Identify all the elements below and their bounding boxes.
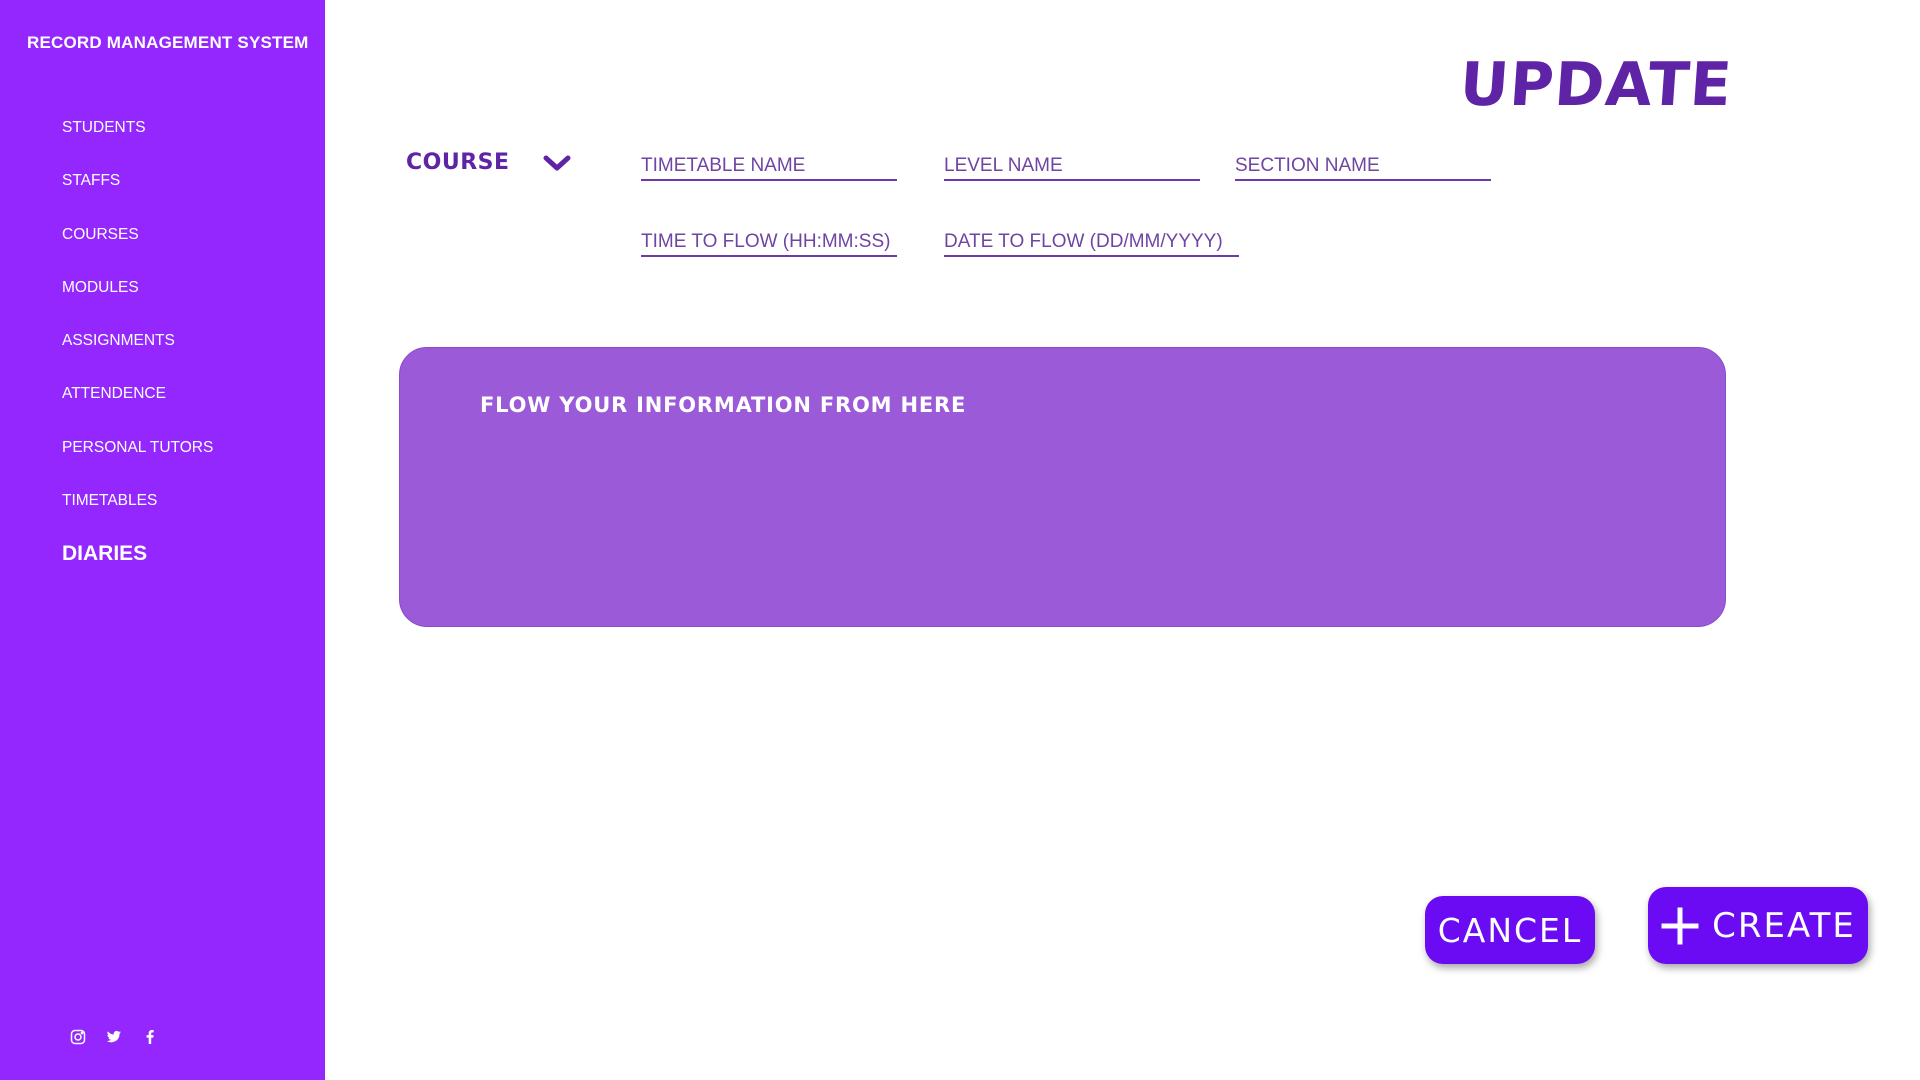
- sidebar-item-timetables[interactable]: TIMETABLES: [62, 491, 213, 544]
- sidebar-item-students[interactable]: STUDENTS: [62, 118, 213, 171]
- time-to-flow-label: TIME TO FLOW (HH:MM:SS): [641, 231, 891, 252]
- brand-title: RECORD MANAGEMENT SYSTEM: [27, 33, 309, 52]
- course-dropdown-label: COURSE: [406, 150, 510, 175]
- sidebar-item-assignments[interactable]: ASSIGNMENTS: [62, 331, 213, 384]
- date-to-flow-label: DATE TO FLOW (DD/MM/YYYY): [944, 231, 1223, 252]
- timetable-name-field[interactable]: TIMETABLE NAME: [641, 147, 897, 181]
- cancel-button[interactable]: CANCEL: [1425, 896, 1595, 964]
- sidebar-item-attendence[interactable]: ATTENDENCE: [62, 384, 213, 437]
- time-to-flow-field[interactable]: TIME TO FLOW (HH:MM:SS): [641, 223, 897, 257]
- cancel-button-label: CANCEL: [1437, 910, 1583, 950]
- instagram-icon[interactable]: [70, 1029, 86, 1045]
- level-name-label: LEVEL NAME: [944, 155, 1063, 176]
- plus-icon: [1660, 906, 1700, 946]
- information-placeholder: FLOW YOUR INFORMATION FROM HERE: [480, 393, 967, 417]
- sidebar-item-diaries[interactable]: DIARIES: [62, 542, 213, 595]
- twitter-icon[interactable]: [106, 1029, 122, 1045]
- information-textarea[interactable]: FLOW YOUR INFORMATION FROM HERE: [399, 347, 1726, 627]
- sidebar-item-courses[interactable]: COURSES: [62, 225, 213, 278]
- sidebar: RECORD MANAGEMENT SYSTEM STUDENTS STAFFS…: [0, 0, 325, 1080]
- page-title: UPDATE: [1457, 50, 1735, 120]
- social-links: [70, 1029, 158, 1045]
- section-name-label: SECTION NAME: [1235, 155, 1380, 176]
- create-button[interactable]: CREATE: [1648, 887, 1868, 964]
- facebook-icon[interactable]: [142, 1029, 158, 1045]
- chevron-down-icon[interactable]: [542, 153, 572, 173]
- sidebar-item-modules[interactable]: MODULES: [62, 278, 213, 331]
- section-name-field[interactable]: SECTION NAME: [1235, 147, 1491, 181]
- course-dropdown[interactable]: COURSE: [406, 150, 572, 175]
- sidebar-nav: STUDENTS STAFFS COURSES MODULES ASSIGNME…: [62, 118, 213, 596]
- level-name-field[interactable]: LEVEL NAME: [944, 147, 1200, 181]
- sidebar-item-personal-tutors[interactable]: PERSONAL TUTORS: [62, 438, 213, 491]
- create-button-label: CREATE: [1712, 905, 1856, 946]
- page: RECORD MANAGEMENT SYSTEM STUDENTS STAFFS…: [0, 0, 1920, 1080]
- date-to-flow-field[interactable]: DATE TO FLOW (DD/MM/YYYY): [944, 223, 1239, 257]
- sidebar-item-staffs[interactable]: STAFFS: [62, 171, 213, 224]
- timetable-name-label: TIMETABLE NAME: [641, 155, 806, 176]
